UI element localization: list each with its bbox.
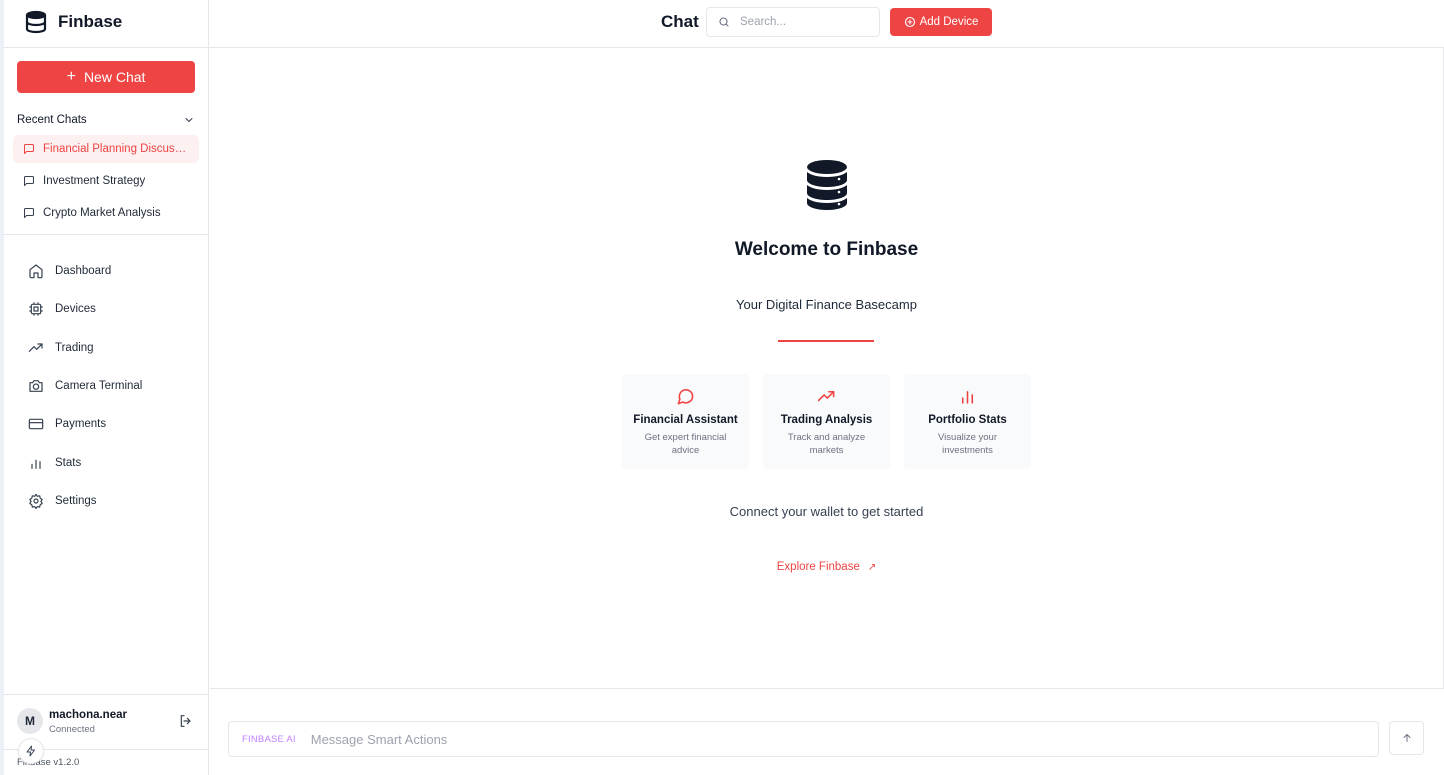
message-square-icon: [24, 176, 34, 186]
logout-icon: [180, 715, 191, 727]
connection-status: Connected: [49, 724, 95, 735]
recent-chat-item[interactable]: Crypto Market Analysis: [13, 199, 199, 227]
main-panel: Welcome to Finbase Your Digital Finance …: [210, 48, 1444, 689]
sidebar-item-label: Camera Terminal: [55, 380, 143, 392]
welcome-subtitle: Your Digital Finance Basecamp: [736, 297, 917, 312]
sidebar: Finbase + New Chat Recent Chats Financia…: [4, 0, 209, 775]
search-input[interactable]: [738, 15, 862, 29]
page-title: Chat: [661, 12, 699, 31]
add-device-button[interactable]: Add Device: [890, 8, 992, 36]
plus-icon: +: [66, 68, 76, 85]
new-chat-label: New Chat: [83, 69, 146, 85]
bar-chart-icon: [31, 459, 41, 469]
connect-wallet-text: Connect your wallet to get started: [729, 504, 924, 519]
ai-tag: FINBASE AI: [242, 733, 296, 745]
camera-icon: [29, 380, 43, 392]
sidebar-item-label: Settings: [55, 495, 97, 507]
cpu-icon: [29, 302, 43, 316]
card-description: Visualize your investments: [938, 432, 997, 456]
bar-chart-icon: [961, 390, 974, 404]
sidebar-item-label: Dashboard: [55, 265, 112, 277]
recent-chats-label: Recent Chats: [17, 114, 87, 126]
message-composer: FINBASE AI: [228, 721, 1379, 757]
recent-chat-label: Financial Planning Discussion: [43, 143, 191, 155]
logout-button[interactable]: [178, 713, 194, 734]
recent-chat-item[interactable]: Investment Strategy: [13, 167, 199, 195]
card-description: Get expert financial advice: [644, 432, 727, 456]
card-title: Trading Analysis: [780, 414, 873, 426]
avatar: M: [17, 708, 43, 734]
home-icon: [29, 264, 43, 279]
recent-chat-label: Investment Strategy: [43, 175, 146, 187]
recent-chats-toggle[interactable]: Recent Chats: [17, 112, 195, 128]
message-circle-icon: [677, 389, 694, 405]
divider: [4, 234, 208, 235]
accent-divider: [778, 340, 874, 342]
sidebar-item-payments[interactable]: Payments: [28, 411, 198, 437]
sidebar-item-label: Payments: [55, 418, 107, 430]
feature-card-financial-assistant[interactable]: Financial Assistant Get expert financial…: [622, 374, 749, 469]
sidebar-item-trading[interactable]: Trading: [28, 335, 198, 361]
sidebar-item-devices[interactable]: Devices: [28, 296, 198, 322]
gear-icon: [29, 493, 43, 509]
bolt-icon: [26, 745, 35, 757]
card-description: Track and analyze markets: [787, 432, 866, 456]
feature-card-trading-analysis[interactable]: Trading Analysis Track and analyze marke…: [763, 374, 890, 469]
sidebar-item-camera-terminal[interactable]: Camera Terminal: [28, 373, 198, 399]
brand[interactable]: Finbase: [24, 10, 122, 34]
quick-action-button[interactable]: [18, 738, 44, 764]
card-title: Portfolio Stats: [928, 414, 1007, 426]
message-square-icon: [24, 144, 34, 154]
message-input[interactable]: [308, 730, 1313, 748]
card-title: Financial Assistant: [633, 414, 738, 426]
recent-chat-label: Crypto Market Analysis: [43, 207, 161, 219]
database-icon: [25, 10, 47, 34]
divider: [4, 47, 208, 48]
sidebar-item-label: Devices: [55, 303, 96, 315]
sidebar-item-dashboard[interactable]: Dashboard: [28, 258, 198, 284]
recent-chat-item[interactable]: Financial Planning Discussion: [13, 135, 199, 163]
explore-link-label: Explore Finbase: [776, 561, 860, 573]
explore-link[interactable]: Explore Finbase ↗: [210, 561, 1443, 573]
brand-name: Finbase: [58, 12, 123, 31]
arrow-up-icon: [1403, 734, 1410, 742]
add-device-label: Add Device: [919, 16, 979, 28]
sidebar-item-label: Trading: [55, 342, 94, 354]
message-square-icon: [24, 208, 34, 218]
plus-circle-icon: [904, 16, 915, 28]
sidebar-item-label: Stats: [55, 457, 82, 469]
sidebar-item-stats[interactable]: Stats: [28, 450, 198, 476]
search-icon: [719, 17, 729, 27]
send-button[interactable]: [1389, 721, 1424, 755]
new-chat-button[interactable]: + New Chat: [17, 61, 195, 93]
search-box[interactable]: [706, 7, 880, 37]
user-name: machona.near: [49, 709, 127, 721]
arrow-up-right-icon: ↗: [867, 562, 877, 573]
welcome-title: Welcome to Finbase: [734, 239, 919, 260]
chevron-down-icon: [185, 118, 193, 123]
top-header: Chat Add Device: [209, 0, 1444, 48]
sidebar-item-settings[interactable]: Settings: [28, 488, 198, 514]
credit-card-icon: [28, 418, 44, 430]
feature-card-portfolio-stats[interactable]: Portfolio Stats Visualize your investmen…: [904, 374, 1031, 469]
divider: [4, 694, 208, 695]
trending-up-icon: [28, 343, 43, 352]
trending-up-icon: [817, 390, 835, 402]
database-icon: [807, 160, 847, 210]
